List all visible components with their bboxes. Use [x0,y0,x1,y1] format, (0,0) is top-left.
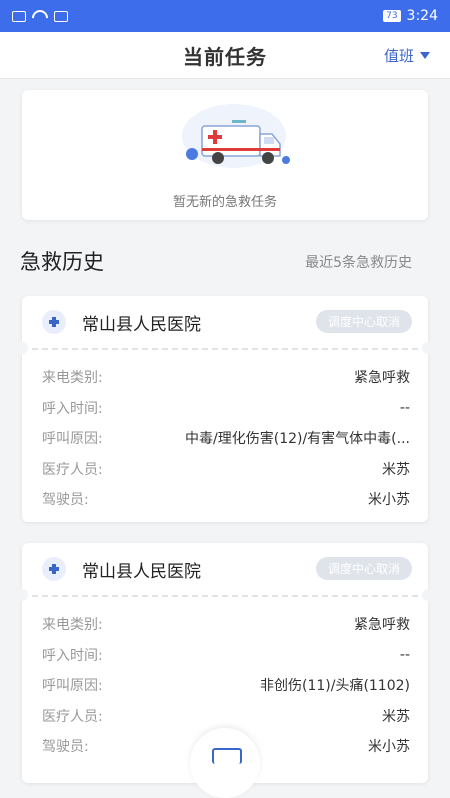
notification-icon [12,10,26,22]
divider [32,595,418,597]
medic-row: 医疗人员: 米苏 [42,461,410,478]
divider [32,348,418,350]
status-badge: 调度中心取消 [315,557,412,580]
current-task-card: 暂无新的急救任务 [22,90,428,220]
wifi-icon [32,10,48,22]
duty-label: 值班 [383,47,414,65]
call-type-row: 来电类别: 紧急呼救 [42,370,410,387]
history-record-card[interactable]: 常山县人民医院 调度中心取消 来电类别: 紧急呼救 呼入时间: -- 呼叫原因:… [16,296,434,522]
call-time-row: 呼入时间: -- [42,399,410,417]
call-time-row: 呼入时间: -- [42,646,410,664]
status-bar: 73 3:24 [0,0,450,32]
bottom-action-button[interactable] [190,728,260,798]
ambulance-icon [182,104,290,168]
driver-row: 驾驶员: 米小苏 [42,492,410,509]
call-type-row: 来电类别: 紧急呼救 [42,617,410,634]
empty-message: 暂无新的急救任务 [172,195,277,210]
status-badge: 调度中心取消 [315,310,412,333]
battery-icon: 73 [383,10,401,22]
history-title: 急救历史 [20,250,104,274]
hospital-name: 常山县人民医院 [82,314,201,335]
header: 当前任务 值班 [0,32,450,79]
message-icon [54,10,68,22]
clock: 3:24 [406,8,438,24]
page-title: 当前任务 [183,44,267,69]
medic-row: 医疗人员: 米苏 [42,708,410,725]
hospital-cross-icon [42,557,66,581]
history-subtitle: 最近5条急救历史 [305,255,412,271]
hospital-cross-icon [42,310,66,334]
duty-dropdown[interactable]: 值班 [384,45,430,66]
call-reason-row: 呼叫原因: 中毒/理化伤害(12)/有害气体中毒(... [42,431,410,448]
hospital-name: 常山县人民医院 [82,561,201,582]
call-reason-row: 呼叫原因: 非创伤(11)/头痛(1102) [42,678,410,695]
dropdown-triangle-icon [420,52,430,59]
